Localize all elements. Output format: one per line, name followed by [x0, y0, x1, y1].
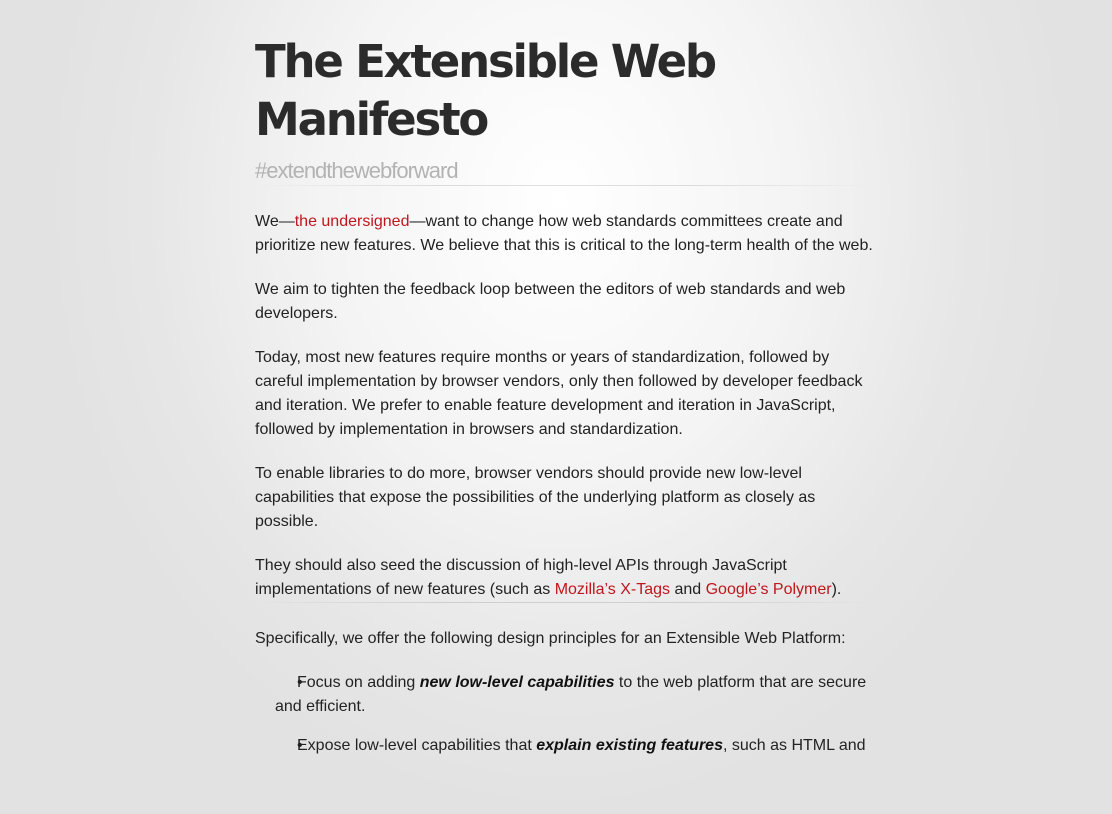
- section-divider: [255, 602, 875, 603]
- intro-paragraph-5: They should also seed the discussion of …: [255, 554, 875, 602]
- list-item-emphasis: explain existing features: [536, 737, 723, 754]
- bullet-icon: •: [297, 674, 303, 691]
- list-item-text: Focus on adding: [297, 674, 420, 691]
- google-polymer-link[interactable]: Google’s Polymer: [706, 581, 832, 598]
- intro-section: We—the undersigned—want to change how we…: [255, 210, 875, 602]
- intro-text: and: [670, 581, 706, 598]
- hashtag-tagline: #extendthewebforward: [255, 158, 459, 183]
- mozilla-xtags-link[interactable]: Mozilla’s X-Tags: [555, 581, 670, 598]
- list-item: • Focus on adding new low-level capabilit…: [275, 671, 875, 719]
- page-title: The Extensible Web Manifesto: [255, 35, 717, 146]
- intro-paragraph-4: To enable libraries to do more, browser …: [255, 465, 816, 530]
- manifesto-page: The Extensible Web Manifesto #extendthew…: [255, 0, 875, 773]
- principles-section: Specifically, we offer the following des…: [255, 627, 875, 758]
- list-item-text: Expose low-level capabilities that: [297, 737, 537, 754]
- list-item-emphasis: new low-level capabilities: [419, 674, 615, 691]
- principles-lead: Specifically, we offer the following des…: [255, 630, 846, 647]
- intro-text: ).: [831, 581, 842, 598]
- intro-paragraph-3: Today, most new features require months …: [255, 349, 863, 438]
- intro-paragraph-2: We aim to tighten the feedback loop betw…: [255, 281, 846, 322]
- header-divider: [255, 185, 875, 186]
- undersigned-link[interactable]: the undersigned: [295, 213, 410, 230]
- principles-list: • Focus on adding new low-level capabilit…: [255, 671, 875, 758]
- intro-paragraph-1: We—the undersigned—want to change how we…: [255, 210, 875, 258]
- list-item-text: , such as HTML and: [722, 737, 866, 754]
- list-item: • Expose low-level capabilities that expl…: [275, 734, 875, 758]
- intro-text: We—: [255, 213, 295, 230]
- bullet-icon: •: [297, 737, 303, 754]
